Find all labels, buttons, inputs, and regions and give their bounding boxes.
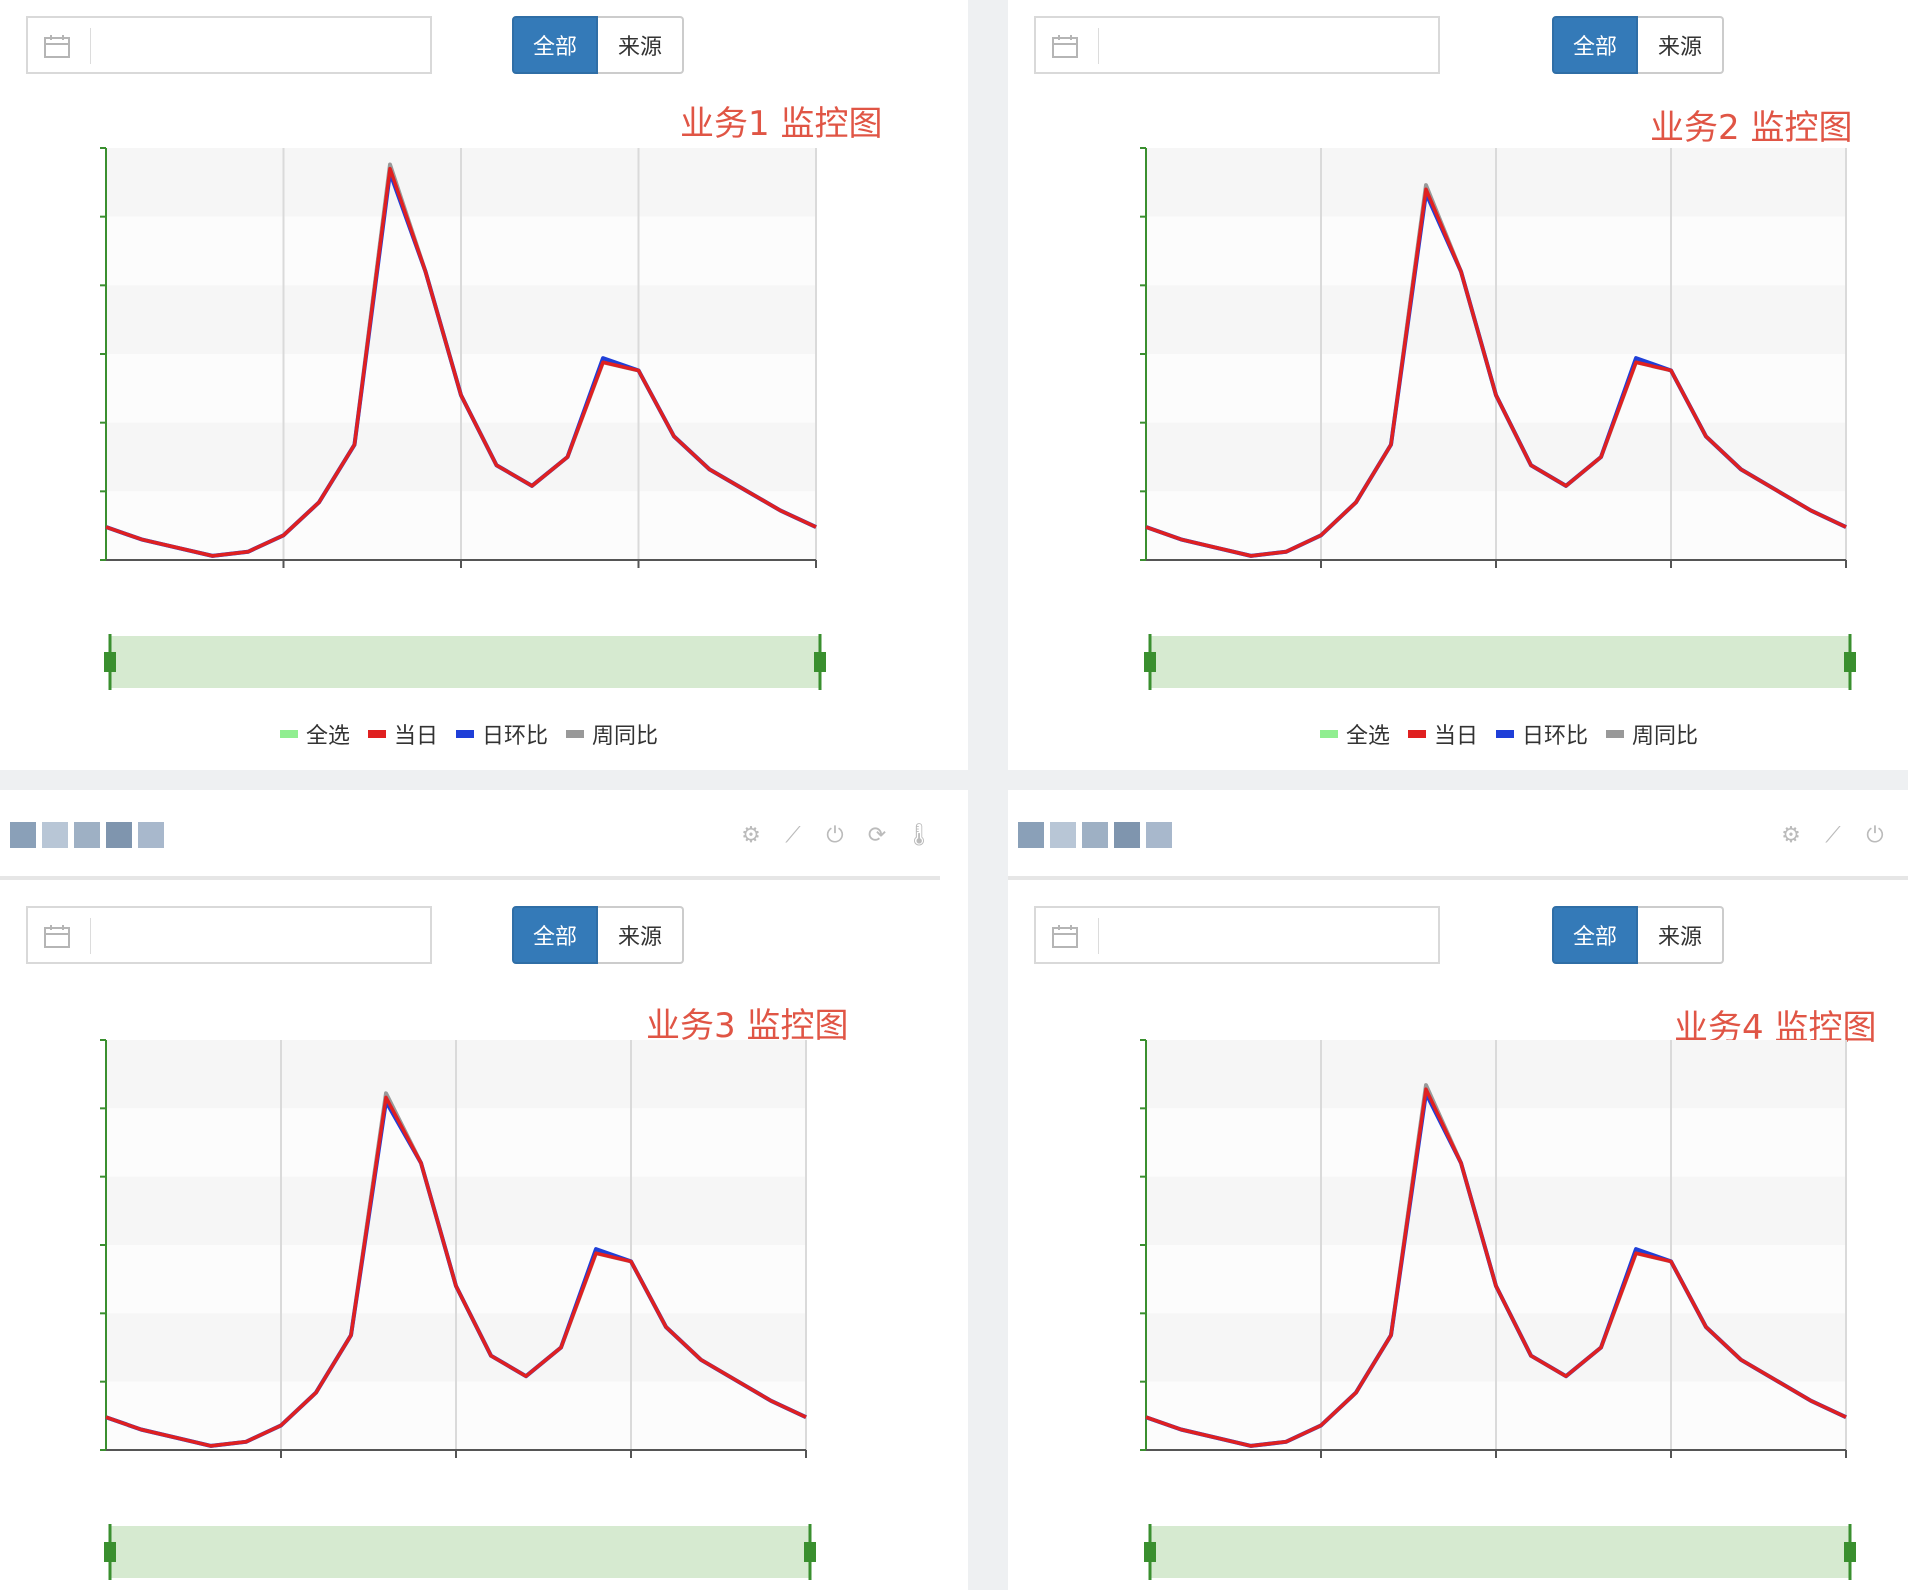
legend-swatch: [456, 730, 475, 738]
legend-swatch: [1408, 730, 1427, 738]
legend-label: 当日: [394, 724, 439, 749]
zoom-handle-grip[interactable]: [1144, 1542, 1156, 1562]
legend-swatch: [1606, 730, 1625, 738]
zoom-handle-grip[interactable]: [1144, 652, 1156, 672]
line-chart: [1140, 147, 1856, 690]
legend-label: 周同比: [592, 724, 659, 749]
legend-item[interactable]: 日环比: [1496, 718, 1588, 750]
legend-item[interactable]: 当日: [368, 718, 438, 750]
legend-item[interactable]: 周同比: [566, 718, 658, 750]
legend-swatch: [1320, 730, 1338, 738]
legend-label: 当日: [1434, 724, 1479, 749]
legend-swatch: [368, 730, 387, 738]
legend-item[interactable]: 当日: [1408, 718, 1478, 750]
line-chart: [100, 147, 826, 690]
legend-swatch: [1496, 730, 1515, 738]
monitor-panel-4: ⚙⟋⏻⟳🌡全部来源业务4 监控图: [1008, 790, 1908, 1590]
legend-label: 全选: [306, 724, 351, 749]
legend-label: 日环比: [482, 724, 549, 749]
chart-legend: 全选 当日 日环比 周同比: [1320, 718, 1698, 750]
zoom-handle-grip[interactable]: [104, 1542, 116, 1562]
zoom-handle-grip[interactable]: [804, 1542, 816, 1562]
legend-label: 日环比: [1522, 724, 1589, 749]
chart-legend: 全选 当日 日环比 周同比: [280, 718, 658, 750]
zoom-handle-grip[interactable]: [104, 652, 116, 672]
legend-item[interactable]: 全选: [280, 718, 350, 750]
monitor-panel-3: ⚙ ⟋ ⏻ ⟳ 🌡 全部 来源 业务3 监控图: [0, 790, 968, 1590]
zoom-range-bar[interactable]: [1150, 636, 1850, 688]
line-chart: [1140, 1039, 1856, 1580]
legend-label: 全选: [1346, 724, 1391, 749]
legend-item[interactable]: 日环比: [456, 718, 548, 750]
legend-label: 周同比: [1632, 724, 1699, 749]
line-chart: [100, 1039, 816, 1580]
monitor-panel-2: 全部 来源 业务2 监控图 全选 当日 日环比 周同比: [1008, 0, 1908, 770]
legend-swatch: [566, 730, 585, 738]
monitor-panel-1: 全部 来源 业务1 监控图 全选 当日 日环比 周同比: [0, 0, 968, 770]
zoom-range-bar[interactable]: [1150, 1526, 1850, 1578]
legend-item[interactable]: 周同比: [1606, 718, 1698, 750]
legend-item[interactable]: 全选: [1320, 718, 1390, 750]
zoom-handle-grip[interactable]: [1844, 1542, 1856, 1562]
legend-swatch: [280, 730, 298, 738]
zoom-range-bar[interactable]: [110, 636, 820, 688]
zoom-handle-grip[interactable]: [1844, 652, 1856, 672]
zoom-handle-grip[interactable]: [814, 652, 826, 672]
zoom-range-bar[interactable]: [110, 1526, 810, 1578]
